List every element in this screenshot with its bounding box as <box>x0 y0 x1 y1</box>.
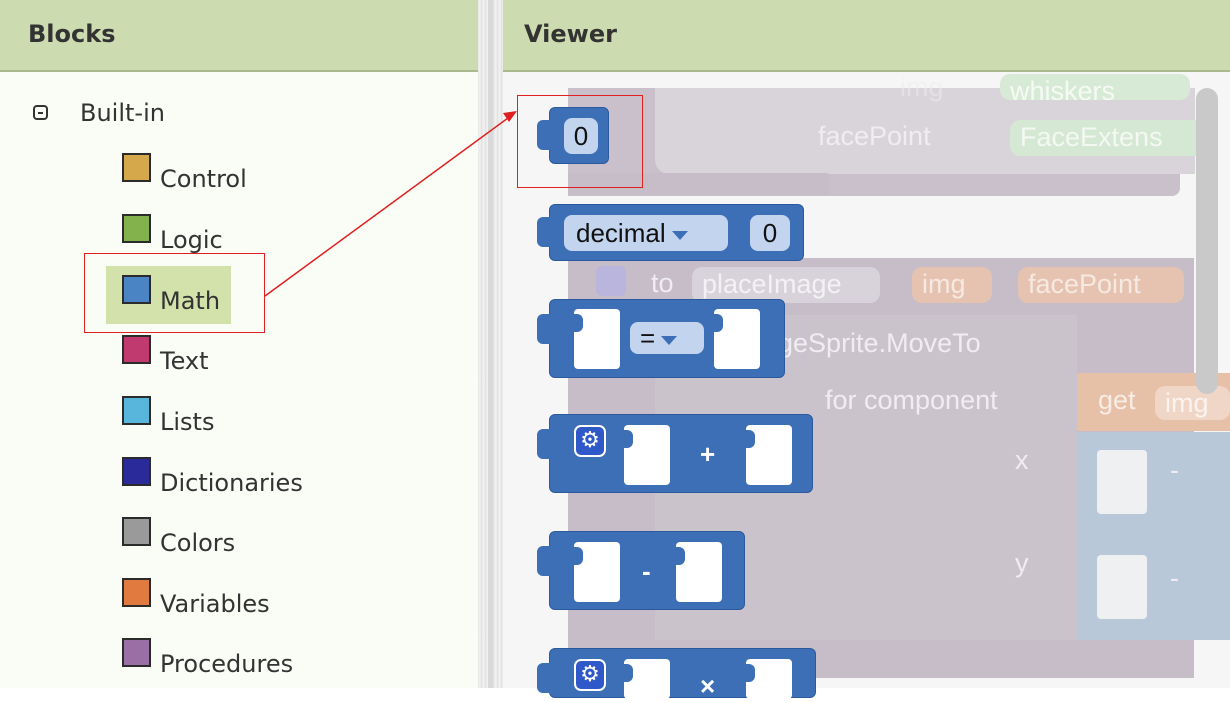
blocks-panel-header: Blocks <box>0 0 478 72</box>
ghost-param-facepoint: facePoint <box>1018 267 1184 303</box>
viewer-title: Viewer <box>524 20 617 48</box>
output-tab <box>537 429 551 459</box>
blocks-panel: Blocks <box>0 0 478 688</box>
workspace-scrollbar[interactable] <box>1196 88 1218 394</box>
ghost-y-socket <box>1097 555 1147 619</box>
output-tab <box>537 663 551 693</box>
category-label: Colors <box>160 529 236 557</box>
add-left-socket[interactable] <box>623 425 670 485</box>
ghost-img-label: img <box>900 72 944 102</box>
category-label: Lists <box>160 408 215 436</box>
category-label: Procedures <box>160 650 294 678</box>
add-operator: + <box>700 439 716 469</box>
tree-root-builtin[interactable]: Built-in <box>80 99 165 127</box>
logic-swatch-icon <box>122 214 151 243</box>
ghost-x-label: x <box>1015 445 1029 475</box>
multiply-right-socket[interactable] <box>745 659 792 699</box>
output-tab <box>537 546 551 576</box>
math-compare-block[interactable]: = <box>537 299 785 378</box>
ghost-for-component-label: for component <box>825 385 998 415</box>
category-label: Logic <box>160 226 223 254</box>
math-add-block[interactable]: ⚙ + <box>537 414 813 493</box>
ghost-gear-icon <box>596 266 626 296</box>
ghost-y-minus: - <box>1170 563 1179 593</box>
add-right-socket[interactable] <box>745 425 792 485</box>
ghost-img-value: whiskers <box>1000 74 1190 100</box>
ghost-x-socket <box>1097 450 1147 514</box>
category-label: Dictionaries <box>160 469 303 497</box>
compare-operator-dropdown[interactable]: = <box>630 322 704 354</box>
compare-operator-label: = <box>640 323 656 353</box>
viewer-header: Viewer <box>503 0 1230 72</box>
category-label: Variables <box>160 590 270 618</box>
math-multiply-block[interactable]: ⚙ × <box>537 648 816 701</box>
chevron-down-icon <box>661 335 678 345</box>
dictionaries-swatch-icon <box>122 457 151 486</box>
decimal-number-field[interactable]: 0 <box>750 215 790 251</box>
collapse-icon[interactable] <box>33 105 48 120</box>
control-swatch-icon <box>122 153 151 182</box>
ghost-x-minus: - <box>1170 455 1179 485</box>
procedures-swatch-icon <box>122 638 151 667</box>
ghost-to-label: to <box>651 268 674 298</box>
variables-swatch-icon <box>122 578 151 607</box>
gear-icon[interactable]: ⚙ <box>574 659 606 691</box>
ghost-param-img: img <box>912 267 992 303</box>
ghost-y-label: y <box>1015 548 1029 578</box>
annotation-box-math <box>84 253 265 333</box>
decimal-dropdown-label: decimal <box>576 218 666 248</box>
output-tab <box>537 314 551 344</box>
math-decimal-block[interactable]: decimal 0 <box>537 204 804 261</box>
output-tab <box>537 217 551 247</box>
decimal-dropdown[interactable]: decimal <box>564 215 728 251</box>
multiply-left-socket[interactable] <box>623 659 670 699</box>
compare-right-socket[interactable] <box>713 309 760 369</box>
gear-icon[interactable]: ⚙ <box>574 425 606 457</box>
math-subtract-block[interactable]: - <box>537 531 745 610</box>
annotation-box-number-block <box>517 95 643 188</box>
category-label: Control <box>160 165 247 193</box>
subtract-operator: - <box>642 556 651 586</box>
colors-swatch-icon <box>122 517 151 546</box>
ghost-procedure-name: placeImage <box>692 267 880 303</box>
compare-left-socket[interactable] <box>573 309 620 369</box>
text-swatch-icon <box>122 335 151 364</box>
blocks-panel-title: Blocks <box>28 20 116 48</box>
subtract-left-socket[interactable] <box>573 542 620 602</box>
ghost-facepoint-value: FaceExtens <box>1010 120 1210 156</box>
category-label: Text <box>160 347 209 375</box>
panel-splitter[interactable] <box>478 0 503 688</box>
multiply-operator: × <box>700 671 716 701</box>
ghost-facepoint-label: facePoint <box>818 121 931 151</box>
ghost-get-value: img <box>1155 386 1230 420</box>
lists-swatch-icon <box>122 396 151 425</box>
subtract-right-socket[interactable] <box>675 542 722 602</box>
chevron-down-icon <box>671 230 688 240</box>
ghost-get-label: get <box>1098 385 1136 415</box>
